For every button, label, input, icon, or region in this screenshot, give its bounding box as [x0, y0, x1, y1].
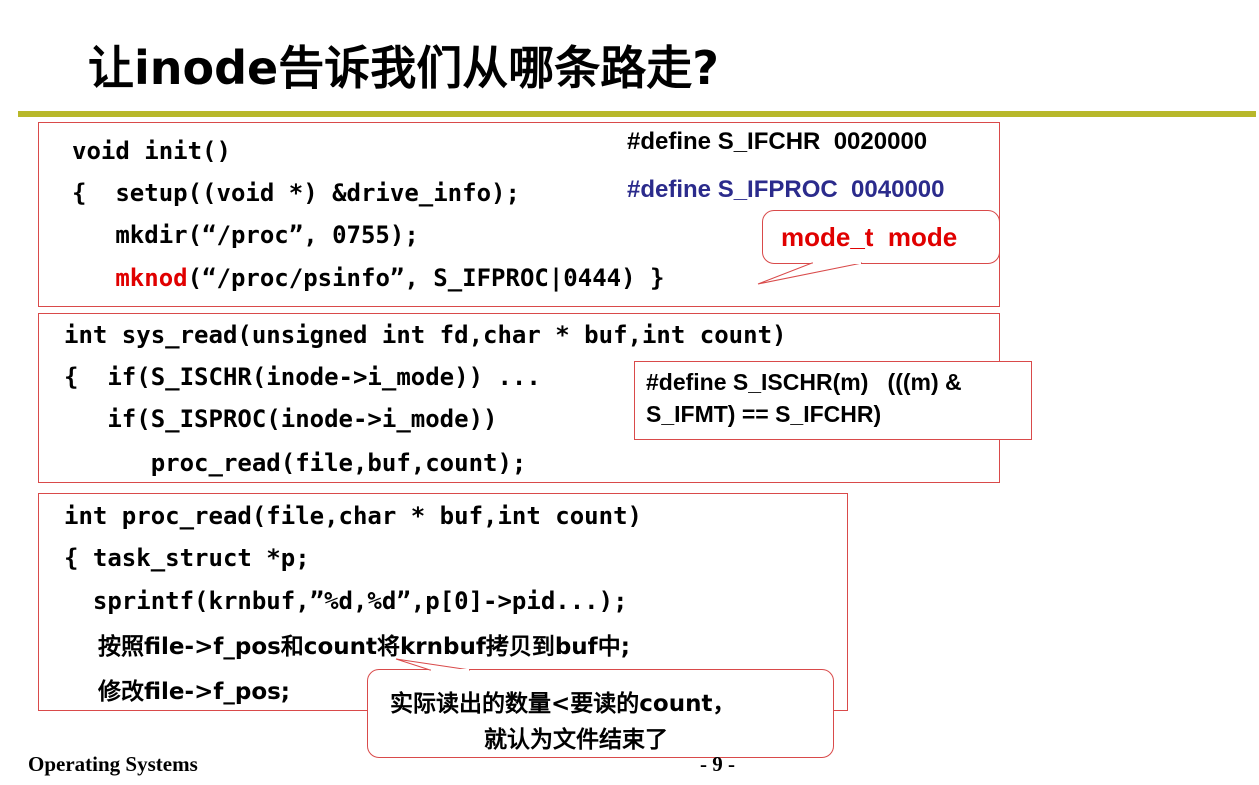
code-line-sysread-2: { if(S_ISCHR(inode->i_mode)) ... [64, 363, 541, 391]
eof-callout-line2: 就认为文件结束了 [484, 727, 668, 753]
code-line-procread-5: 修改file->f_pos; [98, 679, 291, 705]
s-ischr-note-line2: S_IFMT) == S_IFCHR) [646, 401, 882, 427]
code-line-procread-2: { task_struct *p; [64, 544, 310, 572]
mode-callout-text: mode_t mode [781, 222, 958, 252]
code-line-sysread-4: proc_read(file,buf,count); [64, 449, 527, 477]
code-line-init-3: mkdir(“/proc”, 0755); [72, 221, 419, 249]
code-line-procread-4: 按照file->f_pos和count将krnbuf拷贝到buf中; [98, 634, 630, 660]
code-line-init-2: { setup((void *) &drive_info); [72, 179, 520, 207]
code-line-sysread-1: int sys_read(unsigned int fd,char * buf,… [64, 321, 787, 349]
footer-course-name: Operating Systems [28, 752, 198, 776]
footer-page-number: - 9 - [700, 752, 735, 776]
mknod-call: mknod [115, 264, 188, 292]
code-line-sysread-3: if(S_ISPROC(inode->i_mode)) [64, 405, 498, 433]
slide-title: 让inode告诉我们从哪条路走? [88, 41, 719, 95]
code-line-procread-1: int proc_read(file,char * buf,int count) [64, 502, 642, 530]
code-line-procread-3: sprintf(krnbuf,”%d,%d”,p[0]->pid...); [64, 587, 628, 615]
define-s-ifchr: #define S_IFCHR 0020000 [627, 128, 928, 155]
define-s-ifproc: #define S_IFPROC 0040000 [627, 176, 945, 203]
mknod-args: (“/proc/psinfo”, S_IFPROC|0444) [187, 264, 636, 292]
eof-callout-line1: 实际读出的数量<要读的count， [390, 691, 736, 717]
s-ischr-note-line1: #define S_ISCHR(m) (((m) & [646, 369, 962, 395]
title-divider [18, 111, 1256, 117]
closing-brace: } [650, 264, 665, 292]
code-line-init-1: void init() [72, 137, 231, 165]
code-line-init-4: mknod(“/proc/psinfo”, S_IFPROC|0444) } [72, 264, 664, 292]
